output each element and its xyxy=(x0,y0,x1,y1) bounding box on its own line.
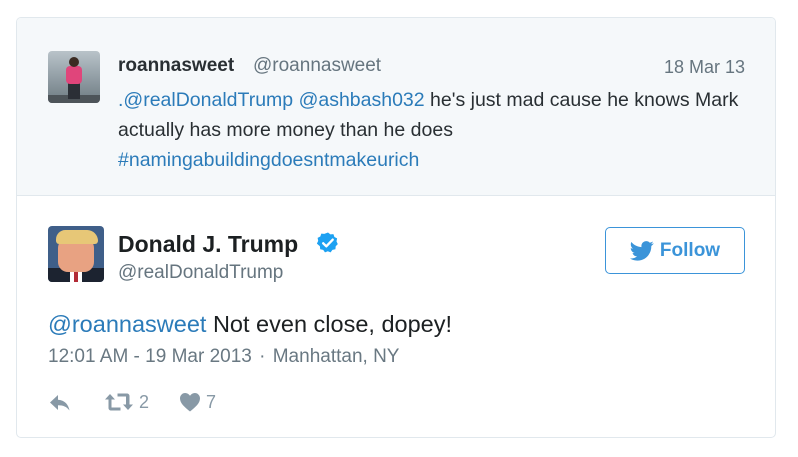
retweet-count: 2 xyxy=(139,391,150,412)
reply-mention-link[interactable]: @roannasweet xyxy=(48,311,206,337)
heart-icon xyxy=(180,393,201,412)
retweet-icon xyxy=(105,393,133,411)
tweet-actions: 2 7 xyxy=(48,390,216,414)
mention-link[interactable]: .@realDonaldTrump xyxy=(118,89,293,111)
mention-link[interactable]: @ashbash032 xyxy=(299,89,425,111)
like-count: 7 xyxy=(206,391,217,412)
tweet-body-text: Not even close, dopey! xyxy=(206,311,453,337)
follow-button-label: Follow xyxy=(659,239,721,261)
retweet-button[interactable]: 2 xyxy=(104,392,149,413)
tweet-timestamp-link[interactable]: 12:01 AM - 19 Mar 2013 xyxy=(48,346,252,367)
hashtag-link[interactable]: #namingabuildingdoesntmakeurich xyxy=(118,149,419,171)
avatar-figure-legs xyxy=(68,83,80,99)
tweet-location-link[interactable]: Manhattan, NY xyxy=(273,346,400,367)
avatar-hair xyxy=(56,230,98,244)
author-name[interactable]: Donald J. Trump xyxy=(118,231,298,258)
reply-button[interactable] xyxy=(48,392,74,412)
embedded-tweet-card: roannasweet @roannasweet 18 Mar 13 .@rea… xyxy=(16,17,776,438)
like-button[interactable]: 7 xyxy=(179,392,216,413)
avatar-figure-head xyxy=(69,57,79,67)
author-avatar[interactable] xyxy=(48,226,104,282)
tweet-metadata: 12:01 AM - 19 Mar 2013 · Manhattan, NY xyxy=(48,346,399,368)
parent-author-handle[interactable]: @roannasweet xyxy=(253,55,381,77)
author-handle[interactable]: @realDonaldTrump xyxy=(118,262,283,284)
metadata-separator: · xyxy=(259,346,266,367)
follow-button[interactable]: Follow xyxy=(605,227,745,274)
parent-author-name[interactable]: roannasweet xyxy=(118,55,234,77)
parent-date[interactable]: 18 Mar 13 xyxy=(664,57,745,78)
tweet-text: @roannasweet Not even close, dopey! xyxy=(48,309,452,339)
quoted-parent-tweet[interactable]: roannasweet @roannasweet 18 Mar 13 .@rea… xyxy=(17,18,775,196)
verified-badge-icon xyxy=(316,232,338,253)
avatar-figure-body xyxy=(66,66,82,84)
reply-icon xyxy=(50,395,70,411)
twitter-bird-icon xyxy=(629,240,654,261)
parent-tweet-text: .@realDonaldTrump @ashbash032 he's just … xyxy=(118,85,758,175)
parent-avatar[interactable] xyxy=(48,51,100,103)
